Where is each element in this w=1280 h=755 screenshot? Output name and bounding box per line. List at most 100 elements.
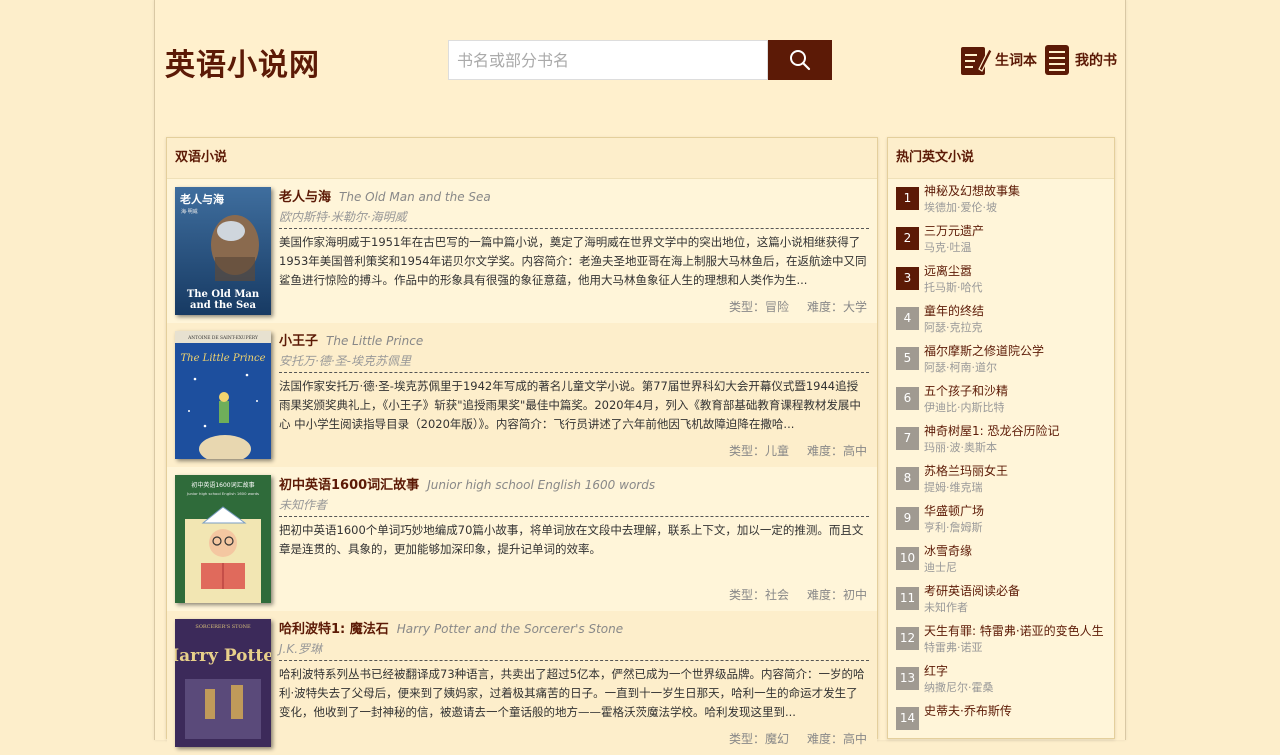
book-meta: 类型：社会 难度：初中 bbox=[729, 586, 867, 603]
book-item[interactable]: ANTOINE DE SAINT-EXUPÉRY The Little Prin… bbox=[167, 323, 877, 467]
book-meta: 类型：冒险 难度：大学 bbox=[729, 298, 867, 315]
rank-number: 9 bbox=[896, 507, 919, 530]
hot-novel-author: 提姆·维克瑞 bbox=[924, 481, 983, 494]
book-cover[interactable]: ANTOINE DE SAINT-EXUPÉRY The Little Prin… bbox=[175, 331, 271, 459]
hot-novel-item[interactable]: 6 五个孩子和沙精伊迪比·内斯比特 bbox=[888, 379, 1114, 419]
hot-novel-title[interactable]: 华盛顿广场 bbox=[924, 502, 984, 519]
hot-novel-title[interactable]: 史蒂夫·乔布斯传 bbox=[924, 702, 1012, 719]
svg-text:and the Sea: and the Sea bbox=[190, 300, 257, 311]
book-author: 欧内斯特·米勒尔·海明威 bbox=[279, 208, 869, 229]
rank-number: 11 bbox=[896, 587, 919, 610]
hot-novel-author: 未知作者 bbox=[924, 601, 968, 614]
book-icon bbox=[1045, 45, 1069, 75]
hot-novel-title[interactable]: 天生有罪: 特雷弗·诺亚的变色人生 bbox=[924, 622, 1104, 639]
hot-novel-author: 阿瑟·柯南·道尔 bbox=[924, 361, 997, 374]
svg-text:The Old Man: The Old Man bbox=[187, 289, 260, 300]
search-input[interactable] bbox=[448, 40, 768, 80]
hot-novel-author: 玛丽·波·奥斯本 bbox=[924, 441, 997, 454]
book-description: 美国作家海明威于1951年在古巴写的一篇中篇小说，奠定了海明威在世界文学中的突出… bbox=[279, 235, 867, 287]
hot-novel-author: 马克·吐温 bbox=[924, 241, 972, 254]
book-level: 难度：大学 bbox=[806, 300, 867, 314]
hot-novel-item[interactable]: 11 考研英语阅读必备未知作者 bbox=[888, 579, 1114, 619]
book-author: 安托万·德·圣-埃克苏佩里 bbox=[279, 352, 869, 373]
book-item[interactable]: 初中英语1600词汇故事 Junior high school English … bbox=[167, 467, 877, 611]
book-title[interactable]: 哈利波特1: 魔法石 bbox=[279, 622, 389, 637]
rank-number: 1 bbox=[896, 187, 919, 210]
hot-novel-title[interactable]: 童年的终结 bbox=[924, 302, 984, 319]
book-title[interactable]: 小王子 bbox=[279, 334, 318, 349]
hot-novel-title[interactable]: 神秘及幻想故事集 bbox=[924, 182, 1020, 199]
bilingual-novels-panel: 双语小说 老人与海 海·明威 The Old Man and the Sea 老… bbox=[166, 137, 878, 755]
hot-novel-item[interactable]: 5 福尔摩斯之修道院公学阿瑟·柯南·道尔 bbox=[888, 339, 1114, 379]
rank-number: 6 bbox=[896, 387, 919, 410]
book-title[interactable]: 初中英语1600词汇故事 bbox=[279, 478, 419, 493]
book-author: 未知作者 bbox=[279, 496, 869, 517]
book-level: 难度：高中 bbox=[806, 732, 867, 746]
hot-novel-title[interactable]: 冰雪奇缘 bbox=[924, 542, 972, 559]
hot-novel-title[interactable]: 考研英语阅读必备 bbox=[924, 582, 1020, 599]
hot-novels-panel: 热门英文小说 1 神秘及幻想故事集 埃德加·爱伦·坡 2 三万元遗产 马克·吐温 3 远离尘嚣… bbox=[887, 137, 1115, 739]
rank-number: 13 bbox=[896, 667, 919, 690]
hot-novel-item[interactable]: 8 苏格兰玛丽女王 提姆·维克瑞 bbox=[888, 459, 1114, 499]
hot-novel-item[interactable]: 9 华盛顿广场 亨利·詹姆斯 bbox=[888, 499, 1114, 539]
site-logo[interactable]: 英语小说网 bbox=[165, 40, 320, 84]
rank-number: 14 bbox=[896, 707, 919, 730]
hot-novel-title[interactable]: 红字 bbox=[924, 662, 948, 679]
hot-novel-title[interactable]: 神奇树屋1: 恐龙谷历险记 bbox=[924, 422, 1060, 439]
svg-text:SORCERER'S STONE: SORCERER'S STONE bbox=[195, 624, 251, 630]
hot-novel-author: 迪士尼 bbox=[924, 561, 957, 574]
svg-text:初中英语1600词汇故事: 初中英语1600词汇故事 bbox=[191, 481, 254, 489]
my-books-label: 我的书 bbox=[1075, 53, 1117, 69]
book-meta: 类型：儿童 难度：高中 bbox=[729, 442, 867, 459]
book-level: 难度：初中 bbox=[806, 588, 867, 602]
hot-novel-item[interactable]: 14 史蒂夫·乔布斯传 bbox=[888, 699, 1114, 739]
book-meta: 类型：魔幻 难度：高中 bbox=[729, 730, 867, 747]
hot-novel-item[interactable]: 13 红字纳撒尼尔·霍桑 bbox=[888, 659, 1114, 699]
hot-novel-title[interactable]: 苏格兰玛丽女王 bbox=[924, 462, 1008, 479]
svg-text:ANTOINE DE SAINT-EXUPÉRY: ANTOINE DE SAINT-EXUPÉRY bbox=[187, 335, 258, 341]
rank-number: 10 bbox=[896, 547, 919, 570]
hot-novel-author: 伊迪比·内斯比特 bbox=[924, 401, 1005, 414]
hot-novel-item[interactable]: 1 神秘及幻想故事集 埃德加·爱伦·坡 bbox=[888, 179, 1114, 219]
hot-novel-item[interactable]: 3 远离尘嚣 托马斯·哈代 bbox=[888, 259, 1114, 299]
book-cover[interactable]: 老人与海 海·明威 The Old Man and the Sea bbox=[175, 187, 271, 315]
panel-title: 热门英文小说 bbox=[888, 138, 1114, 179]
hot-novel-title[interactable]: 远离尘嚣 bbox=[924, 262, 972, 279]
hot-novel-title[interactable]: 五个孩子和沙精 bbox=[924, 382, 1008, 399]
hot-novel-author: 托马斯·哈代 bbox=[924, 281, 983, 294]
hot-novel-item[interactable]: 12 天生有罪: 特雷弗·诺亚的变色人生 特雷弗·诺亚 bbox=[888, 619, 1114, 659]
hot-novel-item[interactable]: 2 三万元遗产马克·吐温 bbox=[888, 219, 1114, 259]
hot-novel-title[interactable]: 三万元遗产 bbox=[924, 222, 984, 239]
book-item[interactable]: 老人与海 海·明威 The Old Man and the Sea 老人与海 Th… bbox=[167, 179, 877, 323]
search-icon bbox=[790, 50, 811, 71]
svg-text:Junior high school English 160: Junior high school English 1600 words bbox=[186, 491, 259, 496]
book-description: 法国作家安托万·德·圣-埃克苏佩里于1942年写成的著名儿童文学小说。第77届世… bbox=[279, 379, 861, 431]
book-type: 类型：社会 bbox=[728, 588, 789, 602]
hot-novel-title[interactable]: 福尔摩斯之修道院公学 bbox=[924, 342, 1044, 359]
hot-novel-item[interactable]: 10 冰雪奇缘迪士尼 bbox=[888, 539, 1114, 579]
book-description: 把初中英语1600个单词巧妙地编成70篇小故事，将单词放在文段中去理解，联系上下… bbox=[279, 523, 864, 556]
rank-number: 2 bbox=[896, 227, 919, 250]
rank-number: 7 bbox=[896, 427, 919, 450]
book-author: J.K.罗琳 bbox=[279, 640, 869, 661]
rank-number: 4 bbox=[896, 307, 919, 330]
my-books-link[interactable]: 我的书 bbox=[1043, 42, 1117, 78]
book-cover[interactable]: 初中英语1600词汇故事 Junior high school English … bbox=[175, 475, 271, 603]
hot-novel-item[interactable]: 4 童年的终结阿瑟·克拉克 bbox=[888, 299, 1114, 339]
hot-novel-item[interactable]: 7 神奇树屋1: 恐龙谷历险记玛丽·波·奥斯本 bbox=[888, 419, 1114, 459]
book-english-title: The Little Prince bbox=[326, 334, 424, 348]
book-english-title: The Old Man and the Sea bbox=[339, 190, 491, 204]
book-english-title: Junior high school English 1600 words bbox=[427, 478, 656, 492]
book-cover[interactable]: SORCERER'S STONE Harry Potter bbox=[175, 619, 271, 747]
hot-novel-author: 阿瑟·克拉克 bbox=[924, 321, 983, 334]
svg-text:老人与海: 老人与海 bbox=[179, 192, 224, 206]
rank-number: 5 bbox=[896, 347, 919, 370]
book-type: 类型：魔幻 bbox=[728, 732, 789, 746]
vocabulary-book-link[interactable]: 生词本 bbox=[959, 42, 1037, 78]
search-button[interactable] bbox=[768, 40, 832, 80]
hot-novel-author: 纳撒尼尔·霍桑 bbox=[924, 681, 994, 694]
book-title[interactable]: 老人与海 bbox=[279, 190, 331, 205]
vocabulary-book-label: 生词本 bbox=[995, 53, 1037, 69]
book-item[interactable]: SORCERER'S STONE Harry Potter 哈利波特1: 魔法石… bbox=[167, 611, 877, 755]
svg-text:The Little Prince: The Little Prince bbox=[180, 353, 265, 364]
